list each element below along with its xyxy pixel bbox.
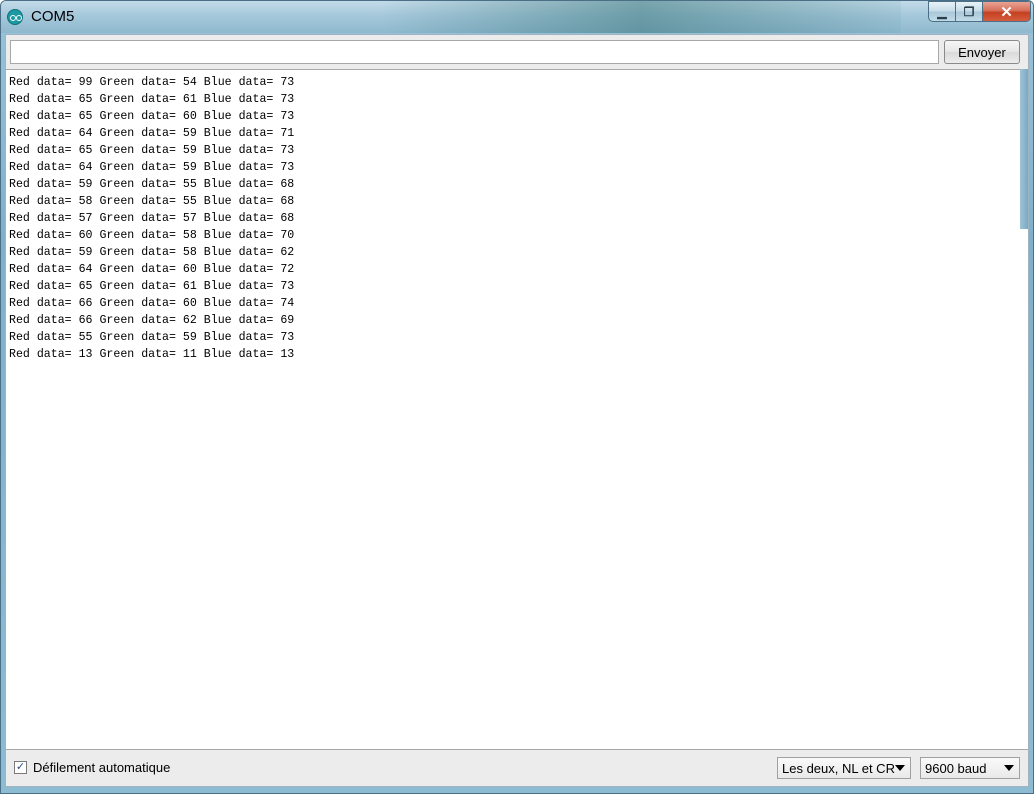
chevron-down-icon [895,765,905,771]
autoscroll-toggle[interactable]: ✓ Défilement automatique [14,760,170,775]
footer-bar: ✓ Défilement automatique Les deux, NL et… [6,750,1028,786]
output-line: Red data= 66 Green data= 60 Blue data= 7… [9,297,295,310]
output-line: Red data= 99 Green data= 54 Blue data= 7… [9,76,295,89]
line-ending-value: Les deux, NL et CR [782,760,895,776]
output-line: Red data= 59 Green data= 58 Blue data= 6… [9,246,295,259]
window-title: COM5 [31,8,75,25]
output-line: Red data= 13 Green data= 11 Blue data= 1… [9,348,295,361]
title-bar[interactable]: COM5 ▁ ❐ ✕ [1,1,1033,33]
maximize-button[interactable]: ❐ [956,1,983,22]
line-ending-select[interactable]: Les deux, NL et CR [777,757,911,779]
window-edge-highlight [1020,69,1028,229]
client-area: Envoyer Red data= 99 Green data= 54 Blue… [5,34,1029,787]
close-button[interactable]: ✕ [983,1,1031,22]
serial-output[interactable]: Red data= 99 Green data= 54 Blue data= 7… [6,69,1028,750]
close-icon: ✕ [1000,3,1013,21]
output-line: Red data= 65 Green data= 59 Blue data= 7… [9,144,295,157]
arduino-icon [7,9,23,25]
baud-rate-value: 9600 baud [925,760,987,776]
output-line: Red data= 64 Green data= 60 Blue data= 7… [9,263,295,276]
output-line: Red data= 57 Green data= 57 Blue data= 6… [9,212,295,225]
output-line: Red data= 55 Green data= 59 Blue data= 7… [9,331,295,344]
autoscroll-checkbox[interactable]: ✓ [14,761,27,774]
chevron-down-icon [1004,765,1014,771]
minimize-button[interactable]: ▁ [928,1,956,22]
serial-monitor-window: COM5 ▁ ❐ ✕ Envoyer Red data= 99 Green da… [0,0,1034,794]
output-line: Red data= 64 Green data= 59 Blue data= 7… [9,127,295,140]
autoscroll-label: Défilement automatique [33,760,171,775]
send-button[interactable]: Envoyer [944,40,1020,64]
checkmark-icon: ✓ [15,761,26,773]
output-line: Red data= 64 Green data= 59 Blue data= 7… [9,161,295,174]
output-line: Red data= 58 Green data= 55 Blue data= 6… [9,195,295,208]
window-controls: ▁ ❐ ✕ [928,1,1031,23]
output-line: Red data= 65 Green data= 60 Blue data= 7… [9,110,295,123]
maximize-icon: ❐ [963,4,975,19]
send-input[interactable] [10,40,939,64]
output-line: Red data= 66 Green data= 62 Blue data= 6… [9,314,295,327]
baud-rate-select[interactable]: 9600 baud [920,757,1020,779]
minimize-icon: ▁ [937,4,947,19]
send-row: Envoyer [6,35,1028,69]
output-line: Red data= 65 Green data= 61 Blue data= 7… [9,280,295,293]
output-line: Red data= 60 Green data= 58 Blue data= 7… [9,229,295,242]
output-line: Red data= 59 Green data= 55 Blue data= 6… [9,178,295,191]
output-line: Red data= 65 Green data= 61 Blue data= 7… [9,93,295,106]
